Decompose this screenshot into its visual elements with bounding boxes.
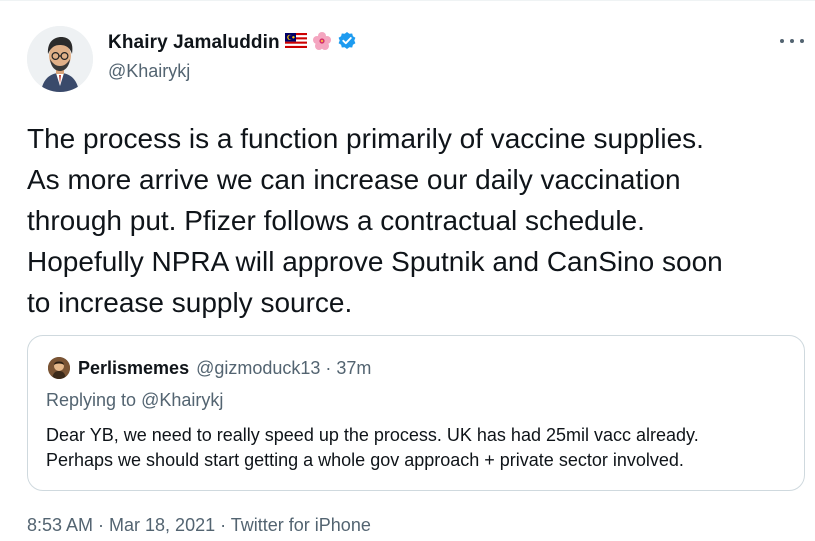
quoted-author-handle-time: @gizmoduck13 · 37m (196, 357, 372, 378)
quoted-tweet-header: Perlismemes @gizmoduck13 · 37m (48, 356, 371, 380)
tweet-text-line: through put. Pfizer follows a contractua… (27, 205, 645, 236)
tweet-text-line: The process is a function primarily of v… (27, 123, 704, 154)
author-handle[interactable]: @Khairykj (108, 61, 357, 82)
hibiscus-icon (312, 31, 332, 56)
verified-badge-icon (337, 31, 357, 56)
quoted-text-line: Perhaps we should start getting a whole … (46, 450, 684, 470)
quoted-text-line: Dear YB, we need to really speed up the … (46, 425, 699, 445)
author-block: Khairy Jamaluddin @Khairykj (108, 31, 357, 82)
replying-mention-link[interactable]: @Khairykj (141, 390, 223, 410)
quoted-author-avatar (48, 357, 70, 379)
malaysia-flag-icon (284, 33, 307, 53)
author-name-row: Khairy Jamaluddin (108, 31, 357, 55)
cartoon-avatar-icon (27, 26, 93, 92)
replying-prefix: Replying to (46, 390, 137, 410)
tweet-text-line: Hopefully NPRA will approve Sputnik and … (27, 246, 723, 277)
tweet-text-line: to increase supply source. (27, 287, 353, 318)
tweet-card: Khairy Jamaluddin @Khairykj The process … (0, 0, 815, 541)
tweet-text-line: As more arrive we can increase our daily… (27, 164, 681, 195)
tweet-timestamp-link[interactable]: 8:53 AM · Mar 18, 2021 · (27, 515, 231, 535)
quoted-replying-to: Replying to @Khairykj (46, 390, 223, 411)
author-avatar[interactable] (27, 26, 93, 92)
tweet-source-link[interactable]: Twitter for iPhone (231, 515, 371, 535)
quoted-tweet-text: Dear YB, we need to really speed up the … (46, 423, 796, 473)
tweet-text: The process is a function primarily of v… (27, 118, 815, 323)
author-display-name[interactable]: Khairy Jamaluddin (108, 32, 280, 54)
quoted-author-name: Perlismemes (78, 357, 190, 378)
more-options-icon[interactable] (778, 31, 806, 51)
tweet-meta: 8:53 AM · Mar 18, 2021 · Twitter for iPh… (27, 515, 371, 536)
quoted-tweet[interactable]: Perlismemes @gizmoduck13 · 37m Replying … (27, 335, 805, 491)
